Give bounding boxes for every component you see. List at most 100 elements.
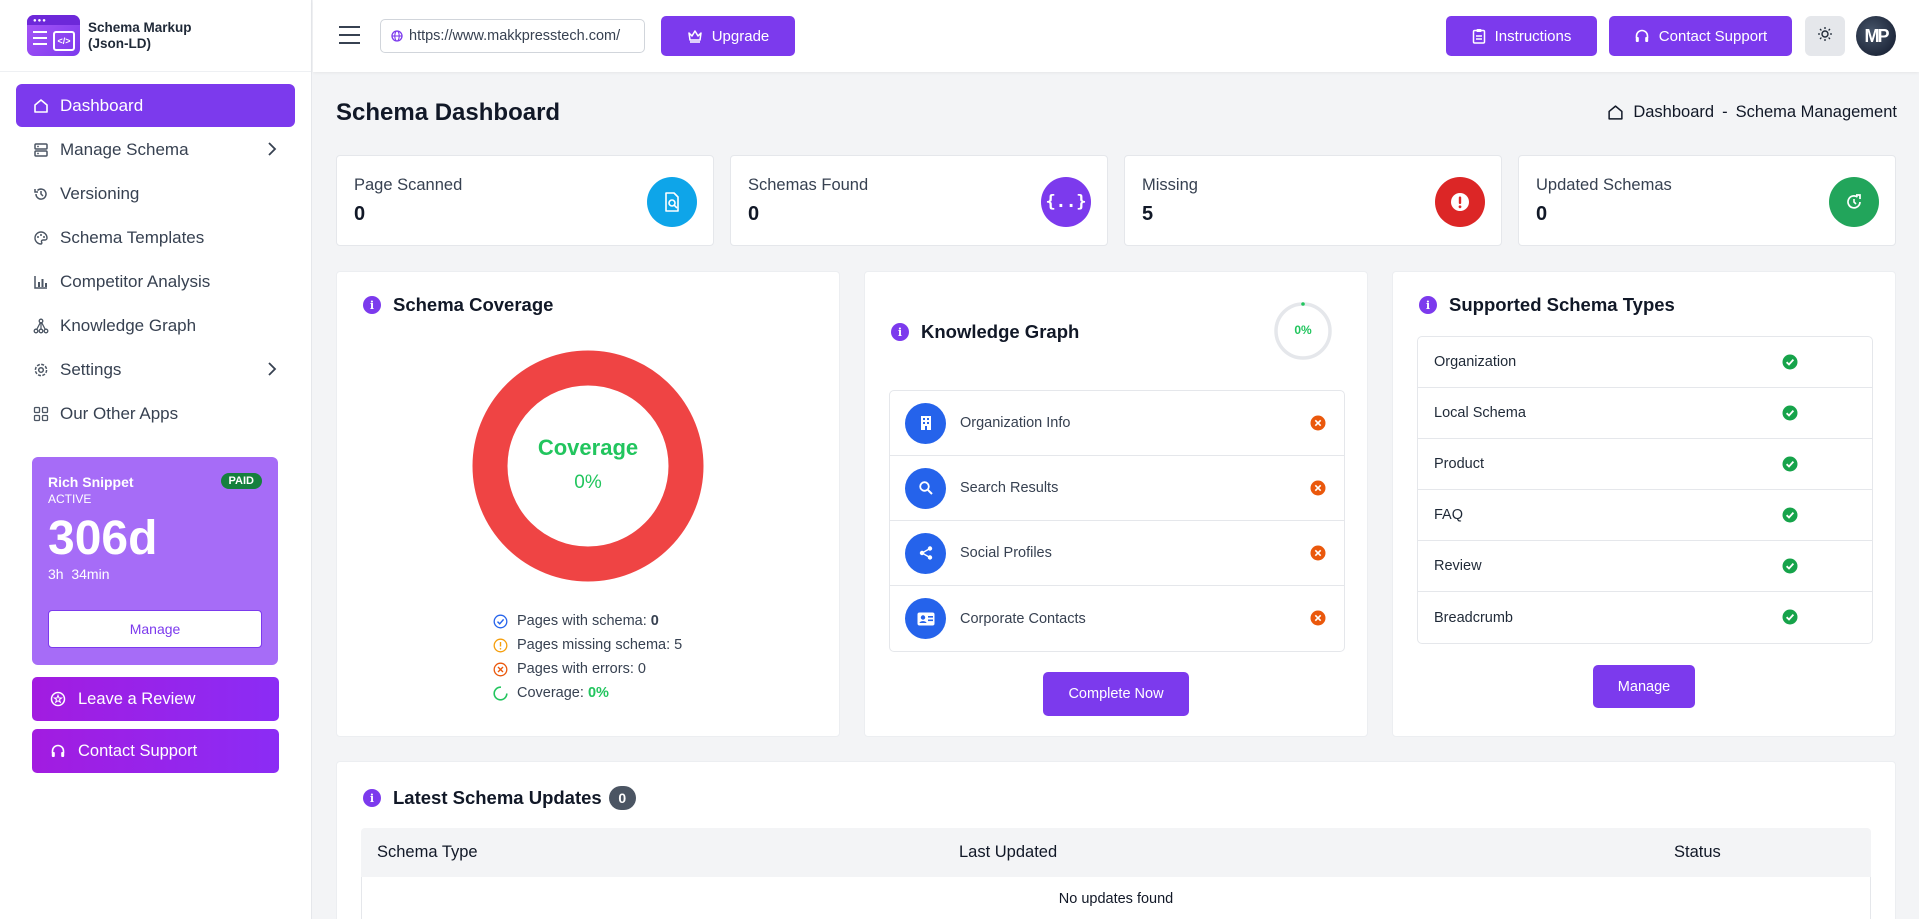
alert-icon — [1435, 177, 1485, 227]
coverage-center-value: 0% — [574, 472, 602, 493]
sidebar-item-settings[interactable]: Settings — [16, 348, 295, 391]
stat-value: 0 — [748, 203, 760, 225]
info-icon[interactable]: i — [363, 789, 381, 807]
plan-time-remaining: 3h 34min — [48, 566, 110, 582]
sidebar-item-versioning[interactable]: Versioning — [16, 172, 295, 215]
instructions-button[interactable]: Instructions — [1446, 16, 1597, 56]
breadcrumb-home[interactable]: Dashboard — [1633, 103, 1714, 122]
column-header-schema-type: Schema Type — [377, 843, 478, 861]
list-item[interactable]: Search Results — [890, 456, 1344, 521]
knowledge-graph-progress-value: 0% — [1294, 323, 1312, 337]
stat-card-missing: Missing 5 — [1124, 155, 1502, 246]
breadcrumb-current: Schema Management — [1735, 103, 1897, 121]
progress-circle-icon — [493, 685, 508, 701]
refresh-clock-icon — [1829, 177, 1879, 227]
info-icon[interactable]: i — [1419, 296, 1437, 314]
coverage-legend: Pages with schema: 0 Pages missing schem… — [493, 609, 682, 705]
app-name: Schema Markup (Json-LD) — [88, 19, 192, 51]
info-icon[interactable]: i — [363, 296, 381, 314]
column-header-status: Status — [1674, 843, 1721, 861]
stat-value: 0 — [354, 203, 366, 225]
user-avatar[interactable]: MP — [1856, 16, 1896, 56]
list-item-label: Local Schema — [1434, 405, 1526, 421]
share-icon — [905, 532, 946, 574]
breadcrumb: Dashboard - Schema Management — [1607, 103, 1897, 122]
coverage-center-label: Coverage — [537, 435, 639, 460]
sidebar-item-other-apps[interactable]: Our Other Apps — [16, 392, 295, 435]
knowledge-graph-card: i Knowledge Graph 0% Organization Info S… — [864, 271, 1368, 737]
graph-icon — [33, 318, 49, 334]
legend-pages-with-errors: Pages with errors: 0 — [493, 657, 682, 681]
stat-card-schemas-found: Schemas Found 0 {..} — [730, 155, 1108, 246]
search-icon — [905, 467, 946, 509]
sidebar-contact-support-button[interactable]: Contact Support — [32, 729, 279, 773]
stat-label: Page Scanned — [354, 176, 463, 194]
list-item: Local Schema — [1418, 388, 1872, 439]
chevron-right-icon — [267, 361, 277, 382]
sidebar-item-label: Schema Templates — [60, 227, 205, 247]
complete-now-button[interactable]: Complete Now — [1043, 672, 1189, 716]
list-item[interactable]: Social Profiles — [890, 521, 1344, 586]
plan-manage-button[interactable]: Manage — [48, 610, 262, 648]
legend-coverage: Coverage: 0% — [493, 681, 682, 705]
x-circle-icon — [1310, 415, 1326, 435]
list-item-label: Corporate Contacts — [960, 610, 1086, 627]
sidebar-item-label: Knowledge Graph — [60, 315, 197, 335]
latest-schema-updates-card: i Latest Schema Updates 0 Schema Type La… — [336, 761, 1896, 919]
list-item: Product — [1418, 439, 1872, 490]
manage-schema-types-button[interactable]: Manage — [1593, 665, 1695, 708]
schema-coverage-title: i Schema Coverage — [363, 294, 553, 316]
sidebar-item-knowledge-graph[interactable]: Knowledge Graph — [16, 304, 295, 347]
updates-table-header: Schema Type Last Updated Status — [361, 828, 1871, 877]
top-header: https://www.makkpresstech.com/ Upgrade I… — [313, 0, 1919, 72]
sidebar-item-dashboard[interactable]: Dashboard — [16, 84, 295, 127]
x-circle-icon — [493, 662, 508, 677]
leave-review-label: Leave a Review — [78, 689, 196, 708]
sun-icon — [1817, 26, 1833, 47]
sidebar-item-manage-schema[interactable]: Manage Schema — [16, 128, 295, 171]
leave-review-button[interactable]: Leave a Review — [32, 677, 279, 721]
plan-days-remaining: 306d — [48, 512, 158, 565]
theme-toggle-button[interactable] — [1805, 16, 1845, 56]
stat-card-updated-schemas: Updated Schemas 0 — [1518, 155, 1896, 246]
list-item: FAQ — [1418, 490, 1872, 541]
sidebar-nav: Dashboard Manage Schema Versioning Schem… — [0, 72, 311, 435]
list-item-label: Search Results — [960, 480, 1059, 496]
plan-card: Rich Snippet ACTIVE PAID 306d 3h 34min M… — [32, 457, 278, 665]
app-logo[interactable]: ●●● </> Schema Markup (Json-LD) — [0, 0, 311, 72]
info-icon[interactable]: i — [891, 323, 909, 341]
header-contact-support-button[interactable]: Contact Support — [1609, 16, 1792, 56]
knowledge-graph-title: i Knowledge Graph — [891, 321, 1079, 343]
building-icon — [905, 402, 946, 444]
star-circle-icon — [50, 691, 66, 707]
clipboard-icon — [1472, 28, 1486, 44]
palette-icon — [33, 230, 49, 246]
list-item[interactable]: Corporate Contacts — [890, 586, 1344, 651]
headset-icon — [50, 743, 66, 759]
chevron-right-icon — [267, 141, 277, 162]
warning-circle-icon — [493, 638, 508, 653]
sidebar-item-schema-templates[interactable]: Schema Templates — [16, 216, 295, 259]
sidebar-item-label: Versioning — [60, 183, 140, 203]
stat-label: Missing — [1142, 176, 1198, 194]
upgrade-button[interactable]: Upgrade — [661, 16, 795, 56]
legend-pages-missing-schema: Pages missing schema: 5 — [493, 633, 682, 657]
x-circle-icon — [1310, 610, 1326, 630]
list-item: Breadcrumb — [1418, 592, 1872, 643]
sidebar: ●●● </> Schema Markup (Json-LD) Dashboar… — [0, 0, 312, 919]
sidebar-item-label: Settings — [60, 359, 122, 379]
check-circle-icon — [1782, 558, 1798, 578]
knowledge-graph-list: Organization Info Search Results Social … — [889, 390, 1345, 652]
site-url-field[interactable]: https://www.makkpresstech.com/ — [380, 19, 645, 53]
knowledge-graph-progress-ring: 0% — [1273, 301, 1333, 361]
breadcrumb-separator: - — [1722, 103, 1728, 121]
schema-coverage-card: i Schema Coverage Coverage 0% Pages with… — [336, 271, 840, 737]
sidebar-item-competitor-analysis[interactable]: Competitor Analysis — [16, 260, 295, 303]
menu-toggle-icon[interactable] — [339, 26, 360, 50]
supported-schema-types-card: i Supported Schema Types Organization Lo… — [1392, 271, 1896, 737]
home-icon — [1607, 104, 1624, 121]
coverage-missing-arc — [472, 350, 704, 582]
check-circle-icon — [1782, 456, 1798, 476]
list-item[interactable]: Organization Info — [890, 391, 1344, 456]
updates-count-badge: 0 — [608, 786, 636, 810]
